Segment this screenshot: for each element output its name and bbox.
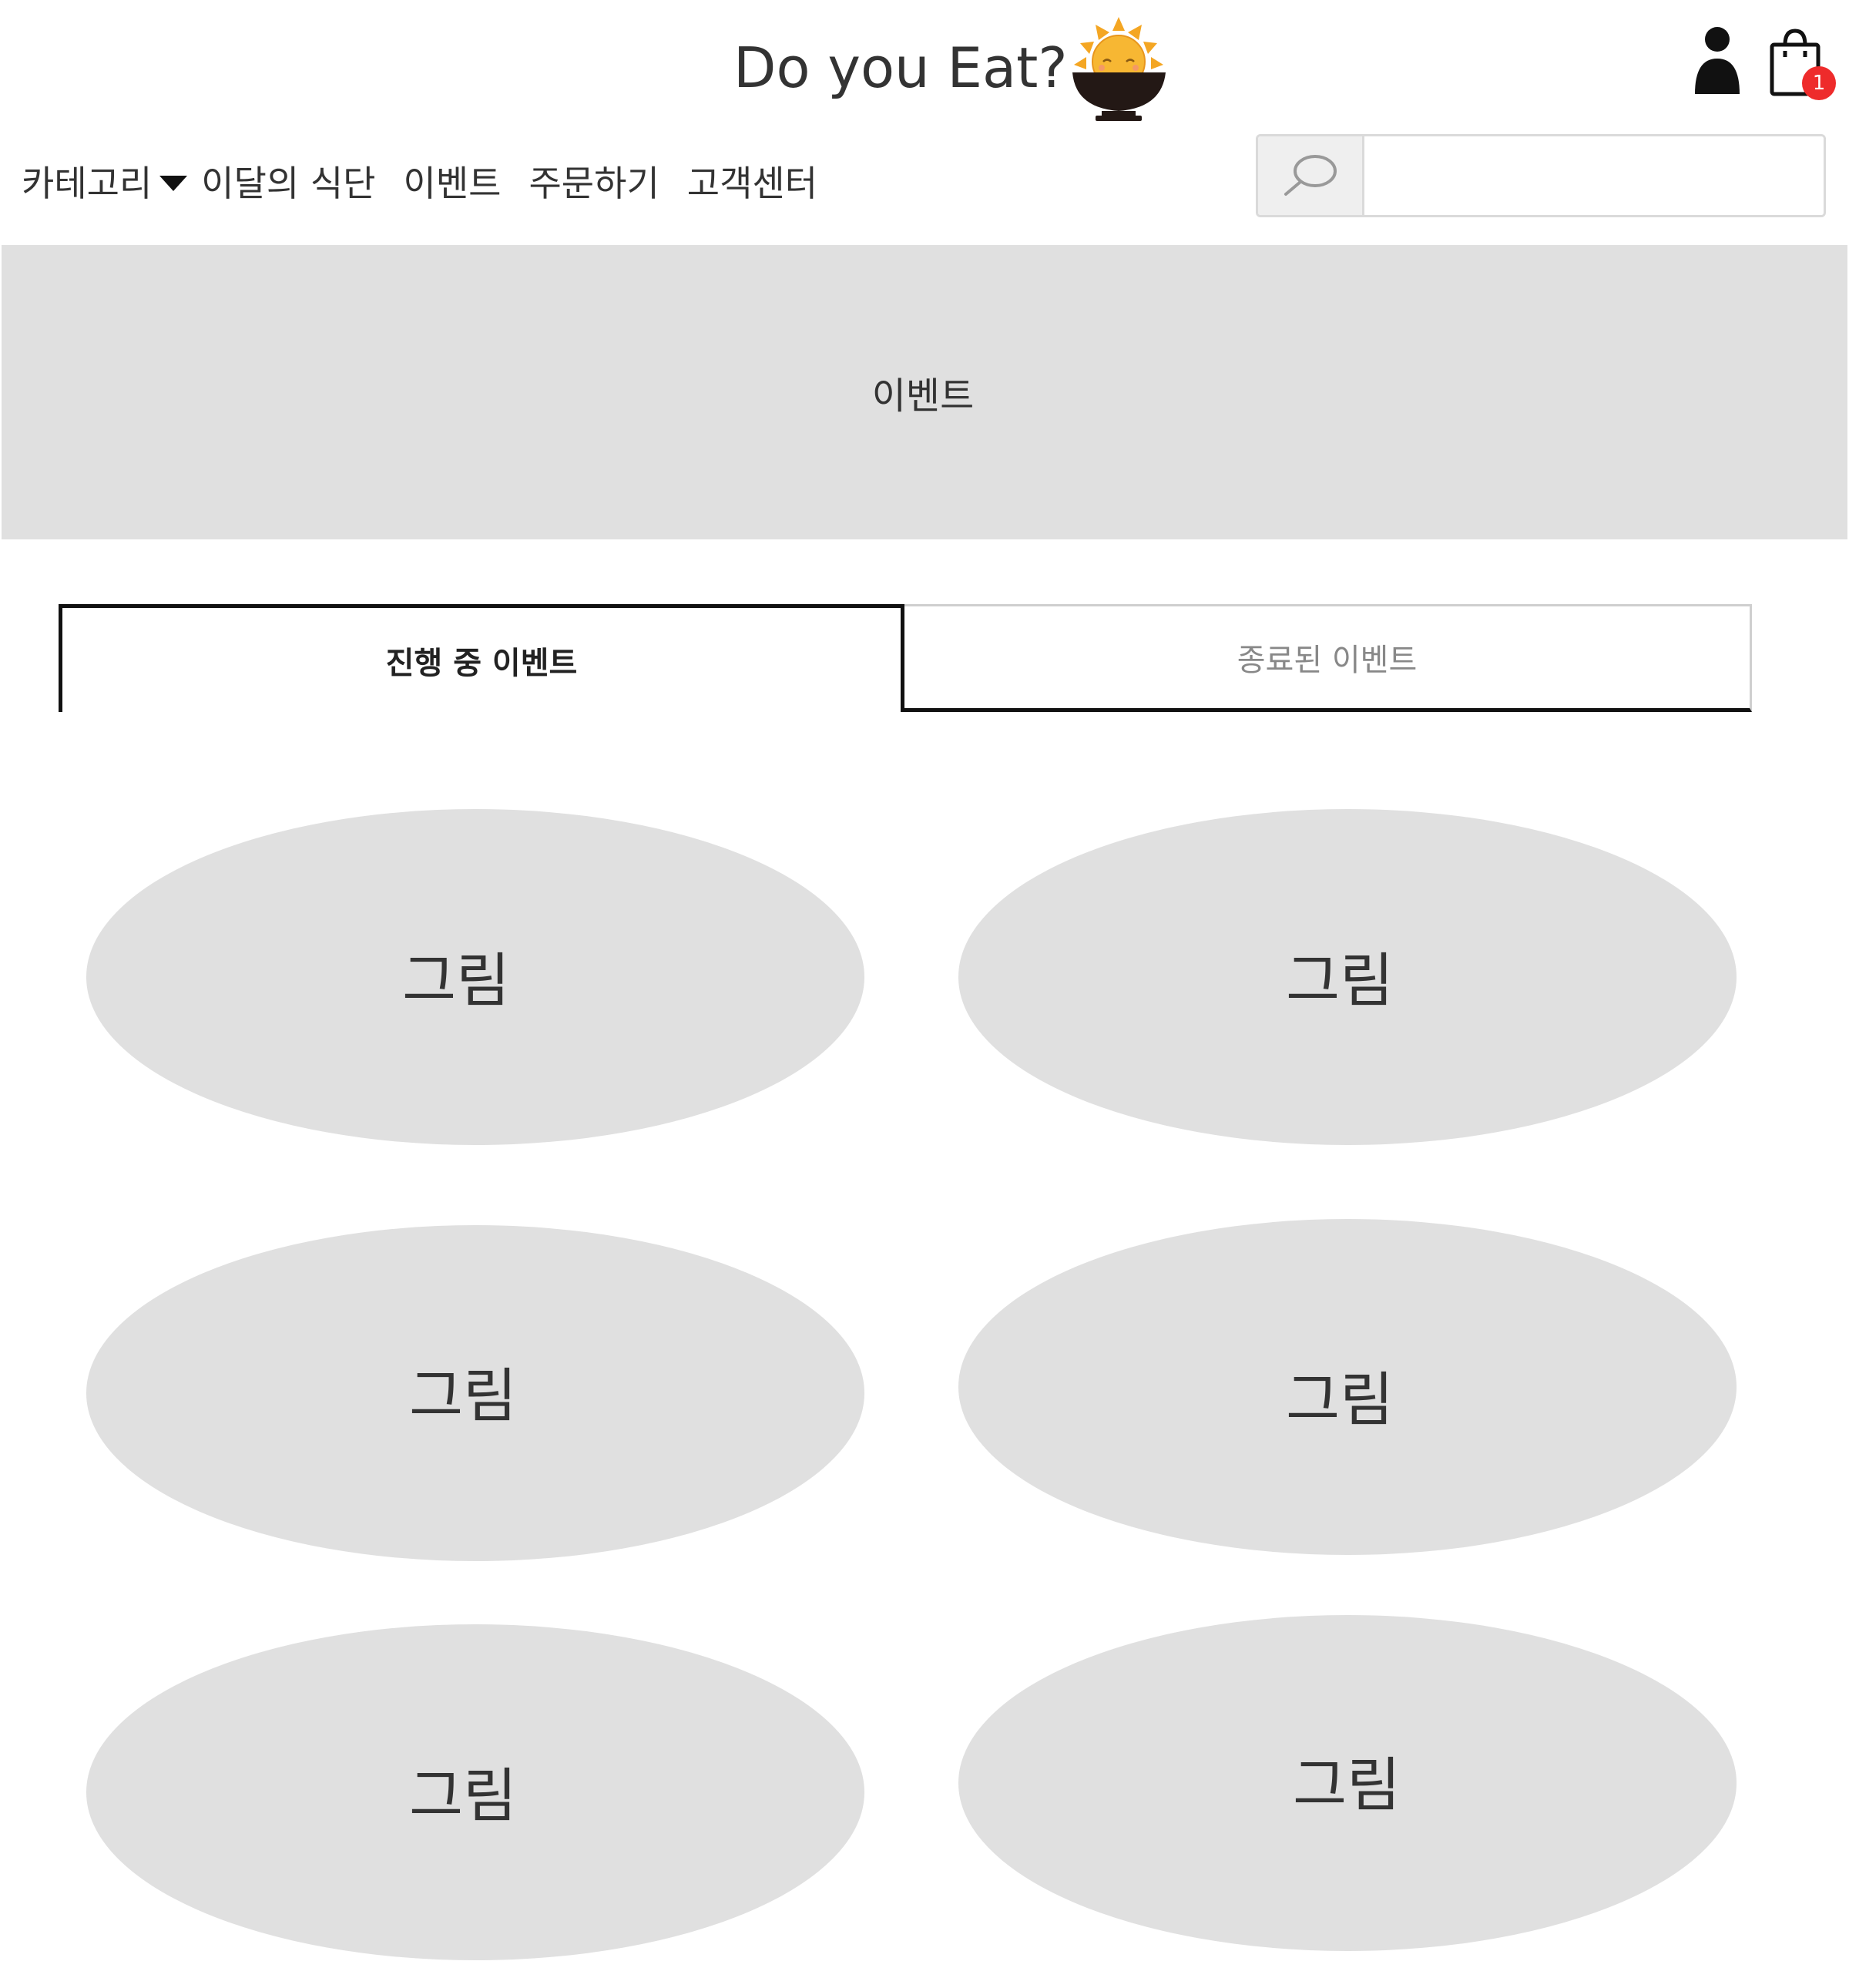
card-image-placeholder: 그림 xyxy=(409,1761,517,1830)
nav-item-category[interactable]: 카테고리 xyxy=(22,156,188,207)
banner-title: 이벤트 xyxy=(871,374,975,418)
card-image-placeholder: 그림 xyxy=(1286,946,1394,1015)
nav-item-event[interactable]: 이벤트 xyxy=(404,156,502,207)
site-title[interactable]: Do you Eat? xyxy=(733,40,1068,96)
cart-count-badge: 1 xyxy=(1802,66,1836,100)
nav-item-order[interactable]: 주문하기 xyxy=(529,156,659,207)
event-card[interactable]: 그림 xyxy=(86,1225,864,1561)
sun-in-bowl-icon[interactable] xyxy=(1071,17,1167,129)
event-card[interactable]: 그림 xyxy=(958,1219,1737,1555)
tab-ended-events[interactable]: 종료된 이벤트 xyxy=(904,604,1752,712)
card-image-placeholder: 그림 xyxy=(1286,1365,1394,1434)
main-nav: 카테고리 이달의 식단 이벤트 주문하기 고객센터 xyxy=(22,154,845,208)
event-banner: 이벤트 xyxy=(2,245,1847,539)
nav-item-label: 카테고리 xyxy=(22,163,153,204)
nav-item-monthly-menu[interactable]: 이달의 식단 xyxy=(201,156,375,207)
card-image-placeholder: 그림 xyxy=(1293,1751,1401,1819)
card-image-placeholder: 그림 xyxy=(402,946,510,1015)
event-card[interactable]: 그림 xyxy=(86,809,864,1145)
search-button[interactable] xyxy=(1258,136,1364,215)
caret-down-icon xyxy=(159,176,188,191)
event-card[interactable]: 그림 xyxy=(86,1624,864,1960)
search-icon xyxy=(1284,155,1337,196)
cart-button[interactable]: 1 xyxy=(1768,28,1836,105)
nav-item-customer-center[interactable]: 고객센터 xyxy=(687,156,817,207)
search-bar xyxy=(1256,134,1826,217)
card-image-placeholder: 그림 xyxy=(409,1362,517,1430)
tab-ongoing-events[interactable]: 진행 중 이벤트 xyxy=(59,604,904,712)
event-card[interactable]: 그림 xyxy=(958,1615,1737,1951)
user-icon[interactable] xyxy=(1693,26,1741,96)
event-card[interactable]: 그림 xyxy=(958,809,1737,1145)
search-input[interactable] xyxy=(1364,136,1824,215)
